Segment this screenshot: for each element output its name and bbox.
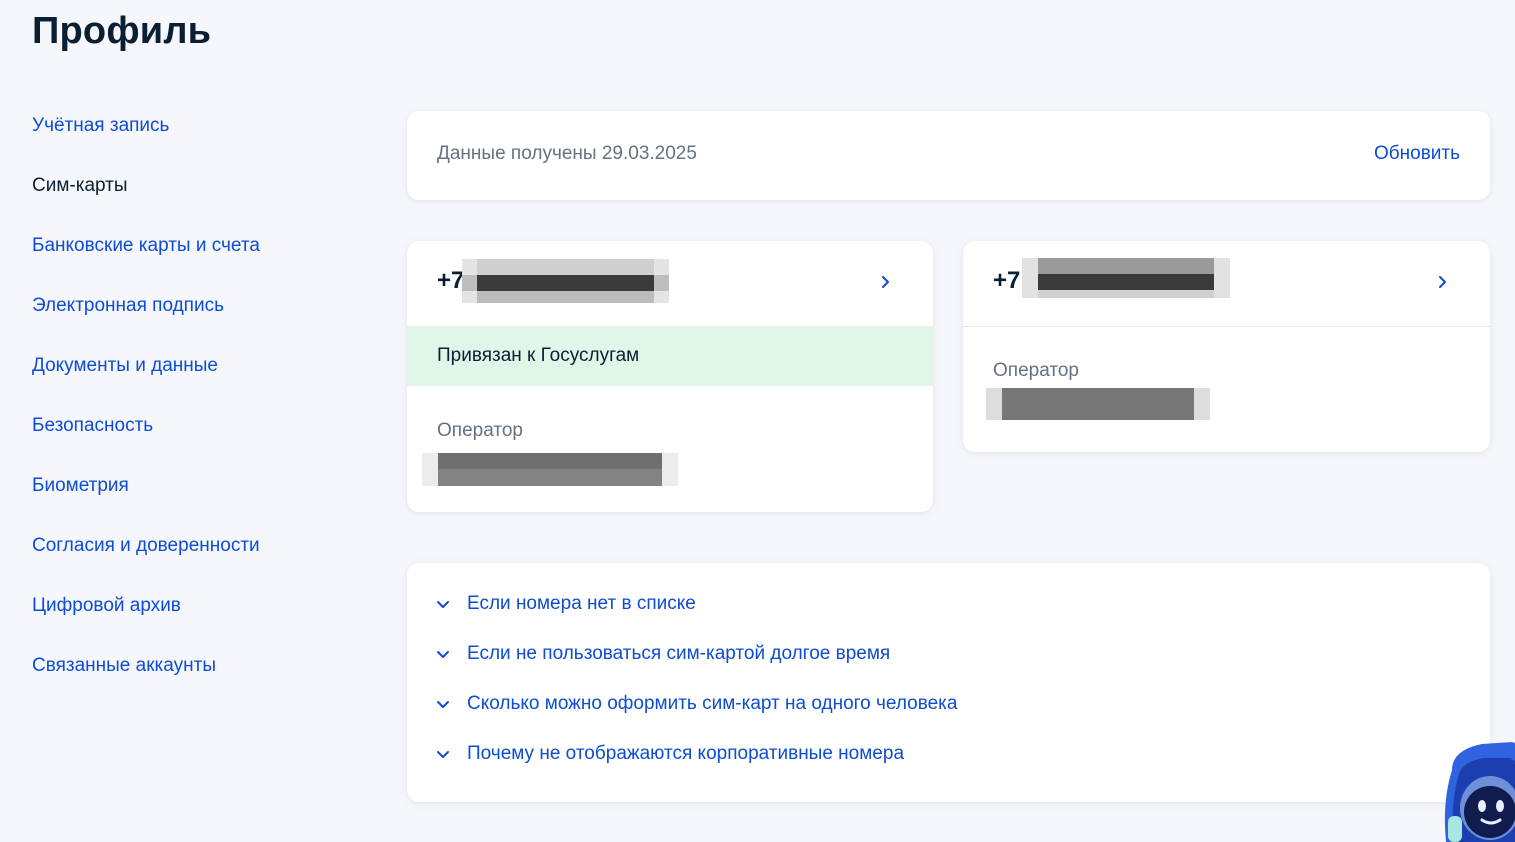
operator-label: Оператор <box>993 360 1079 381</box>
sidebar-item-digital-archive[interactable]: Цифровой архив <box>32 588 362 648</box>
linked-status-badge: Привязан к Госуслугам <box>407 326 933 386</box>
sidebar-item-documents[interactable]: Документы и данные <box>32 348 362 408</box>
refresh-button[interactable]: Обновить <box>1374 143 1460 165</box>
phone-number-prefix: +7 <box>437 267 465 294</box>
faq-item-label: Сколько можно оформить сим-карт на одног… <box>467 693 958 714</box>
faq-card: Если номера нет в списке Если не пользов… <box>407 563 1490 802</box>
sidebar-item-bank-cards[interactable]: Банковские карты и счета <box>32 228 362 288</box>
faq-item-label: Почему не отображаются корпоративные ном… <box>467 743 905 764</box>
chevron-down-icon <box>437 751 449 758</box>
chevron-down-icon <box>437 701 449 708</box>
phone-number-prefix: +7 <box>993 267 1021 294</box>
sidebar-item-e-signature[interactable]: Электронная подпись <box>32 288 362 348</box>
chevron-right-icon <box>1439 276 1446 288</box>
sidebar-item-sim-cards[interactable]: Сим-карты <box>32 168 362 228</box>
chevron-right-icon <box>882 276 889 288</box>
robot-assistant-icon[interactable] <box>1442 742 1515 842</box>
operator-label: Оператор <box>437 420 523 441</box>
page-title: Профиль <box>32 10 212 52</box>
sidebar-item-account[interactable]: Учётная запись <box>32 108 362 168</box>
sim-card-header[interactable]: +7 <box>963 241 1490 327</box>
faq-item-label: Если не пользоваться сим-картой долгое в… <box>467 643 891 664</box>
data-status-card: Данные получены 29.03.2025 Обновить <box>407 111 1490 200</box>
sidebar-item-security[interactable]: Безопасность <box>32 408 362 468</box>
sim-card-header[interactable]: +7 <box>407 241 933 326</box>
sidebar-item-linked-accounts[interactable]: Связанные аккаунты <box>32 648 362 708</box>
sidebar-item-consents[interactable]: Согласия и доверенности <box>32 528 362 588</box>
data-received-text: Данные получены 29.03.2025 <box>437 143 697 164</box>
sidebar-item-biometrics[interactable]: Биометрия <box>32 468 362 528</box>
sim-card: +7 Оператор <box>963 241 1490 452</box>
chevron-down-icon <box>437 601 449 608</box>
sidebar-nav: Учётная запись Сим-карты Банковские карт… <box>32 108 362 708</box>
sim-card: +7 Привязан к Госуслугам Оператор <box>407 241 933 512</box>
faq-item-label: Если номера нет в списке <box>467 593 696 614</box>
chevron-down-icon <box>437 651 449 658</box>
